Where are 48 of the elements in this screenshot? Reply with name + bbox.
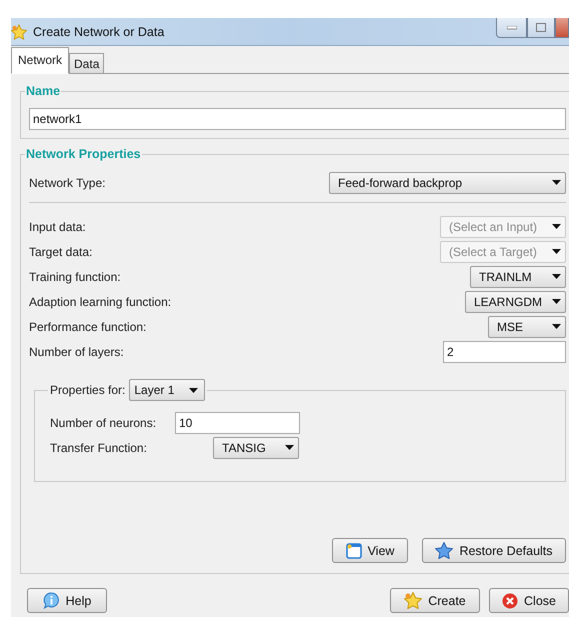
field-label: Transfer Function: (50, 440, 148, 454)
caret-icon (552, 249, 561, 254)
close-icon (502, 592, 518, 608)
field-label: Properties for: (50, 383, 126, 397)
help-button[interactable]: Help (27, 588, 107, 613)
tab[interactable]: Network (11, 47, 70, 74)
field-label: Network Type: (29, 176, 106, 190)
name-field[interactable]: network1 (29, 108, 566, 130)
button[interactable]: Restore Defaults (422, 538, 566, 563)
layer-dropdown[interactable]: Layer 1 (129, 379, 206, 401)
field-label: Input data: (29, 220, 86, 234)
close-button[interactable] (555, 18, 569, 38)
network-type-dropdown[interactable]: Feed-forward backprop (329, 172, 566, 194)
minimize-icon (506, 26, 516, 30)
caret-icon (552, 274, 561, 279)
dropdown[interactable]: TRAINLM (470, 266, 566, 288)
minimize-button[interactable] (496, 18, 527, 38)
field-label: Target data: (29, 244, 92, 258)
field-label: Training function: (29, 270, 121, 284)
field-label: Performance function: (29, 320, 146, 334)
caret-icon (552, 180, 561, 185)
window-title: Create Network or Data (33, 24, 164, 38)
star-icon (435, 542, 454, 559)
star-icon (11, 24, 27, 40)
group-title: Network Properties (25, 147, 142, 161)
input-field[interactable]: 10 (175, 412, 300, 434)
button[interactable]: View (332, 538, 408, 563)
close-button[interactable]: Close (489, 588, 569, 613)
window-icon (346, 542, 362, 558)
caret-icon (285, 445, 294, 450)
group-title: Name (25, 84, 62, 98)
input-field[interactable]: 2 (443, 340, 566, 362)
dropdown[interactable]: MSE (488, 316, 566, 338)
maximize-icon (536, 23, 546, 32)
maximize-button[interactable] (527, 18, 555, 38)
caret-icon (552, 224, 561, 229)
info-icon (42, 592, 60, 609)
dropdown[interactable]: TANSIG (213, 436, 299, 458)
star-icon (404, 592, 422, 609)
caret-icon (189, 388, 198, 392)
tab[interactable]: Data (69, 53, 104, 73)
create-button[interactable]: Create (390, 588, 480, 613)
caret-icon (552, 324, 561, 329)
dropdown[interactable]: LEARNGDM (465, 290, 566, 312)
caret-icon (552, 299, 561, 304)
field-label: Number of neurons: (50, 416, 158, 430)
field-label: Adaption learning function: (29, 294, 172, 308)
field-label: Number of layers: (29, 344, 124, 358)
